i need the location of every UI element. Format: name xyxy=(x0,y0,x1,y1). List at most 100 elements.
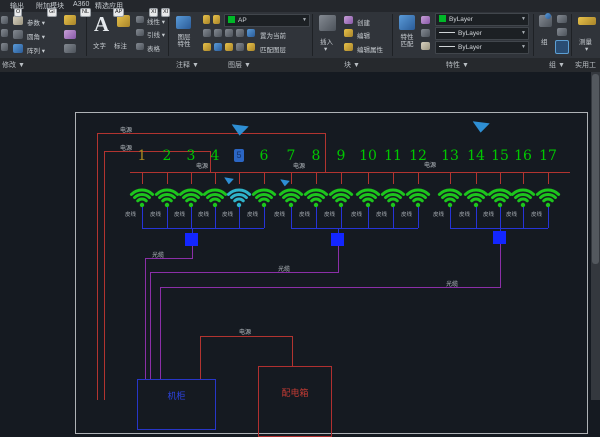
measure-ruler-icon[interactable] xyxy=(578,17,596,25)
block-create-button[interactable]: 创建 xyxy=(357,17,370,27)
linetype-dropdown[interactable]: ByLayer ▼ xyxy=(435,41,529,54)
ap-number[interactable]: 16 xyxy=(512,148,534,164)
drop-line xyxy=(215,207,216,228)
clipped-icon[interactable] xyxy=(1,43,8,51)
color-swatch xyxy=(439,15,446,22)
ap-number[interactable]: 6 xyxy=(253,148,275,164)
ap-number[interactable]: 3 xyxy=(180,148,202,164)
block-edit-icon[interactable] xyxy=(344,29,353,37)
layer-tool-icon[interactable] xyxy=(225,29,233,37)
panel-footer-modify[interactable]: 修改 ▼ xyxy=(2,60,25,70)
ap-number[interactable]: 2 xyxy=(156,148,178,164)
ap-number[interactable]: 4 xyxy=(204,148,226,164)
parameter-icon[interactable] xyxy=(13,16,23,25)
match-properties-button[interactable]: 特性 匹配 xyxy=(396,34,418,48)
ap-number[interactable]: 7 xyxy=(280,148,302,164)
edit-attributes-button[interactable]: 编辑属性 xyxy=(357,44,383,54)
text-button[interactable]: 文字 xyxy=(93,40,106,50)
eraser-icon[interactable] xyxy=(64,30,76,39)
match-line1: 特性 xyxy=(401,34,414,41)
power-tick xyxy=(316,172,317,184)
ap-number[interactable]: 12 xyxy=(407,148,429,164)
drop-cable-label: 皮线 xyxy=(324,210,335,218)
block-create-icon[interactable] xyxy=(344,16,353,24)
transparency-icon[interactable] xyxy=(421,42,430,50)
ap-number[interactable]: 11 xyxy=(382,148,404,164)
group-edit-icon[interactable] xyxy=(557,28,567,36)
set-current-button[interactable]: 置为当前 xyxy=(260,30,286,40)
tab-a360[interactable]: A360 xyxy=(73,1,89,8)
panel-footer-annotate[interactable]: 注释 ▼ xyxy=(176,60,199,70)
power-tick xyxy=(215,172,216,184)
array-icon[interactable] xyxy=(13,44,23,53)
fillet-icon[interactable] xyxy=(13,30,23,39)
ap-number[interactable]: 15 xyxy=(489,148,511,164)
junction-box[interactable] xyxy=(331,233,344,246)
ap-number[interactable]: 17 xyxy=(537,148,559,164)
modify-row3-button[interactable]: 阵列 ▾ xyxy=(27,45,45,55)
distribution-box[interactable]: 配电箱 xyxy=(258,366,332,437)
layer-tool-icon[interactable] xyxy=(214,29,222,37)
junction-box[interactable] xyxy=(185,233,198,246)
ap-number-badge[interactable]: 5 xyxy=(234,149,244,162)
linear-button[interactable]: 线性 ▾ xyxy=(147,16,165,26)
dimension-button[interactable]: 标注 xyxy=(114,40,127,50)
group-toggle-icon[interactable] xyxy=(555,40,569,54)
ap-number[interactable]: 1 xyxy=(131,148,153,164)
layer-dropdown[interactable]: AP ▼ xyxy=(224,14,310,27)
layer-tool-icon[interactable] xyxy=(236,29,244,37)
drop-line xyxy=(239,207,240,228)
layer-tool-icon[interactable] xyxy=(236,43,244,51)
layer-tool-icon[interactable] xyxy=(214,43,222,51)
clipped-icon[interactable] xyxy=(1,16,8,24)
ribbon-panels: 参数 ▾ 圆角 ▾ 阵列 ▾ A 文字 标注 线性 ▾ 引线 ▾ 表格 图层 特… xyxy=(0,12,600,58)
keytip: NL xyxy=(80,8,91,17)
layer-tool-icon[interactable] xyxy=(247,43,255,51)
red-wire xyxy=(104,151,105,400)
leader-button[interactable]: 引线 ▾ xyxy=(147,29,165,39)
ap-number[interactable]: 14 xyxy=(465,148,487,164)
pencil-icon[interactable] xyxy=(64,15,76,25)
lineweight-dropdown[interactable]: ByLayer ▼ xyxy=(435,27,529,40)
panel-footer-layer[interactable]: 图层 ▼ xyxy=(228,60,251,70)
gradient-icon[interactable] xyxy=(64,44,76,53)
match-layer-button[interactable]: 匹配图层 xyxy=(260,44,286,54)
table-icon[interactable] xyxy=(136,43,144,50)
scrollbar-thumb[interactable] xyxy=(592,74,599,264)
color-wheel-icon[interactable] xyxy=(421,16,430,24)
panel-footer-properties[interactable]: 特性 ▼ xyxy=(446,60,469,70)
bulb-icon[interactable] xyxy=(203,15,210,24)
match-properties-icon[interactable] xyxy=(399,15,415,30)
linear-dim-icon[interactable] xyxy=(136,16,144,23)
color-dropdown[interactable]: ByLayer ▼ xyxy=(435,13,529,26)
insert-block-icon[interactable] xyxy=(319,15,336,31)
layer-properties-button[interactable]: 图层 特性 xyxy=(172,34,196,48)
layer-properties-icon[interactable] xyxy=(176,16,191,29)
layer-tool-icon[interactable] xyxy=(203,29,211,37)
panel-footer-block[interactable]: 块 ▼ xyxy=(344,60,360,70)
table-button[interactable]: 表格 xyxy=(147,43,160,53)
panel-footer-group[interactable]: 组 ▼ xyxy=(549,60,565,70)
ap-number[interactable]: 10 xyxy=(357,148,379,164)
modify-row1-button[interactable]: 参数 ▾ xyxy=(27,17,45,27)
panel-footer-utilities[interactable]: 实用工 xyxy=(575,60,596,70)
block-edit-button[interactable]: 编辑 xyxy=(357,30,370,40)
modify-row2-button[interactable]: 圆角 ▾ xyxy=(27,31,45,41)
edit-attributes-icon[interactable] xyxy=(344,43,353,51)
text-tool-icon[interactable]: A xyxy=(94,12,109,37)
layer-tool-icon[interactable] xyxy=(247,29,255,37)
lineweight-icon[interactable] xyxy=(421,29,430,37)
sun-icon[interactable] xyxy=(213,15,220,24)
ap-number[interactable]: 8 xyxy=(305,148,327,164)
ungroup-icon[interactable] xyxy=(557,15,567,23)
ap-number[interactable]: 9 xyxy=(330,148,352,164)
cabinet-box[interactable]: 机柜 xyxy=(137,379,216,430)
layer-tool-icon[interactable] xyxy=(203,43,211,51)
junction-box[interactable] xyxy=(493,231,506,244)
clipped-icon[interactable] xyxy=(1,29,8,37)
red-wire xyxy=(292,336,293,367)
ap-number[interactable]: 13 xyxy=(439,148,461,164)
drop-cable-label: 皮线 xyxy=(351,210,362,218)
layer-tool-icon[interactable] xyxy=(225,43,233,51)
leader-icon[interactable] xyxy=(136,29,144,36)
